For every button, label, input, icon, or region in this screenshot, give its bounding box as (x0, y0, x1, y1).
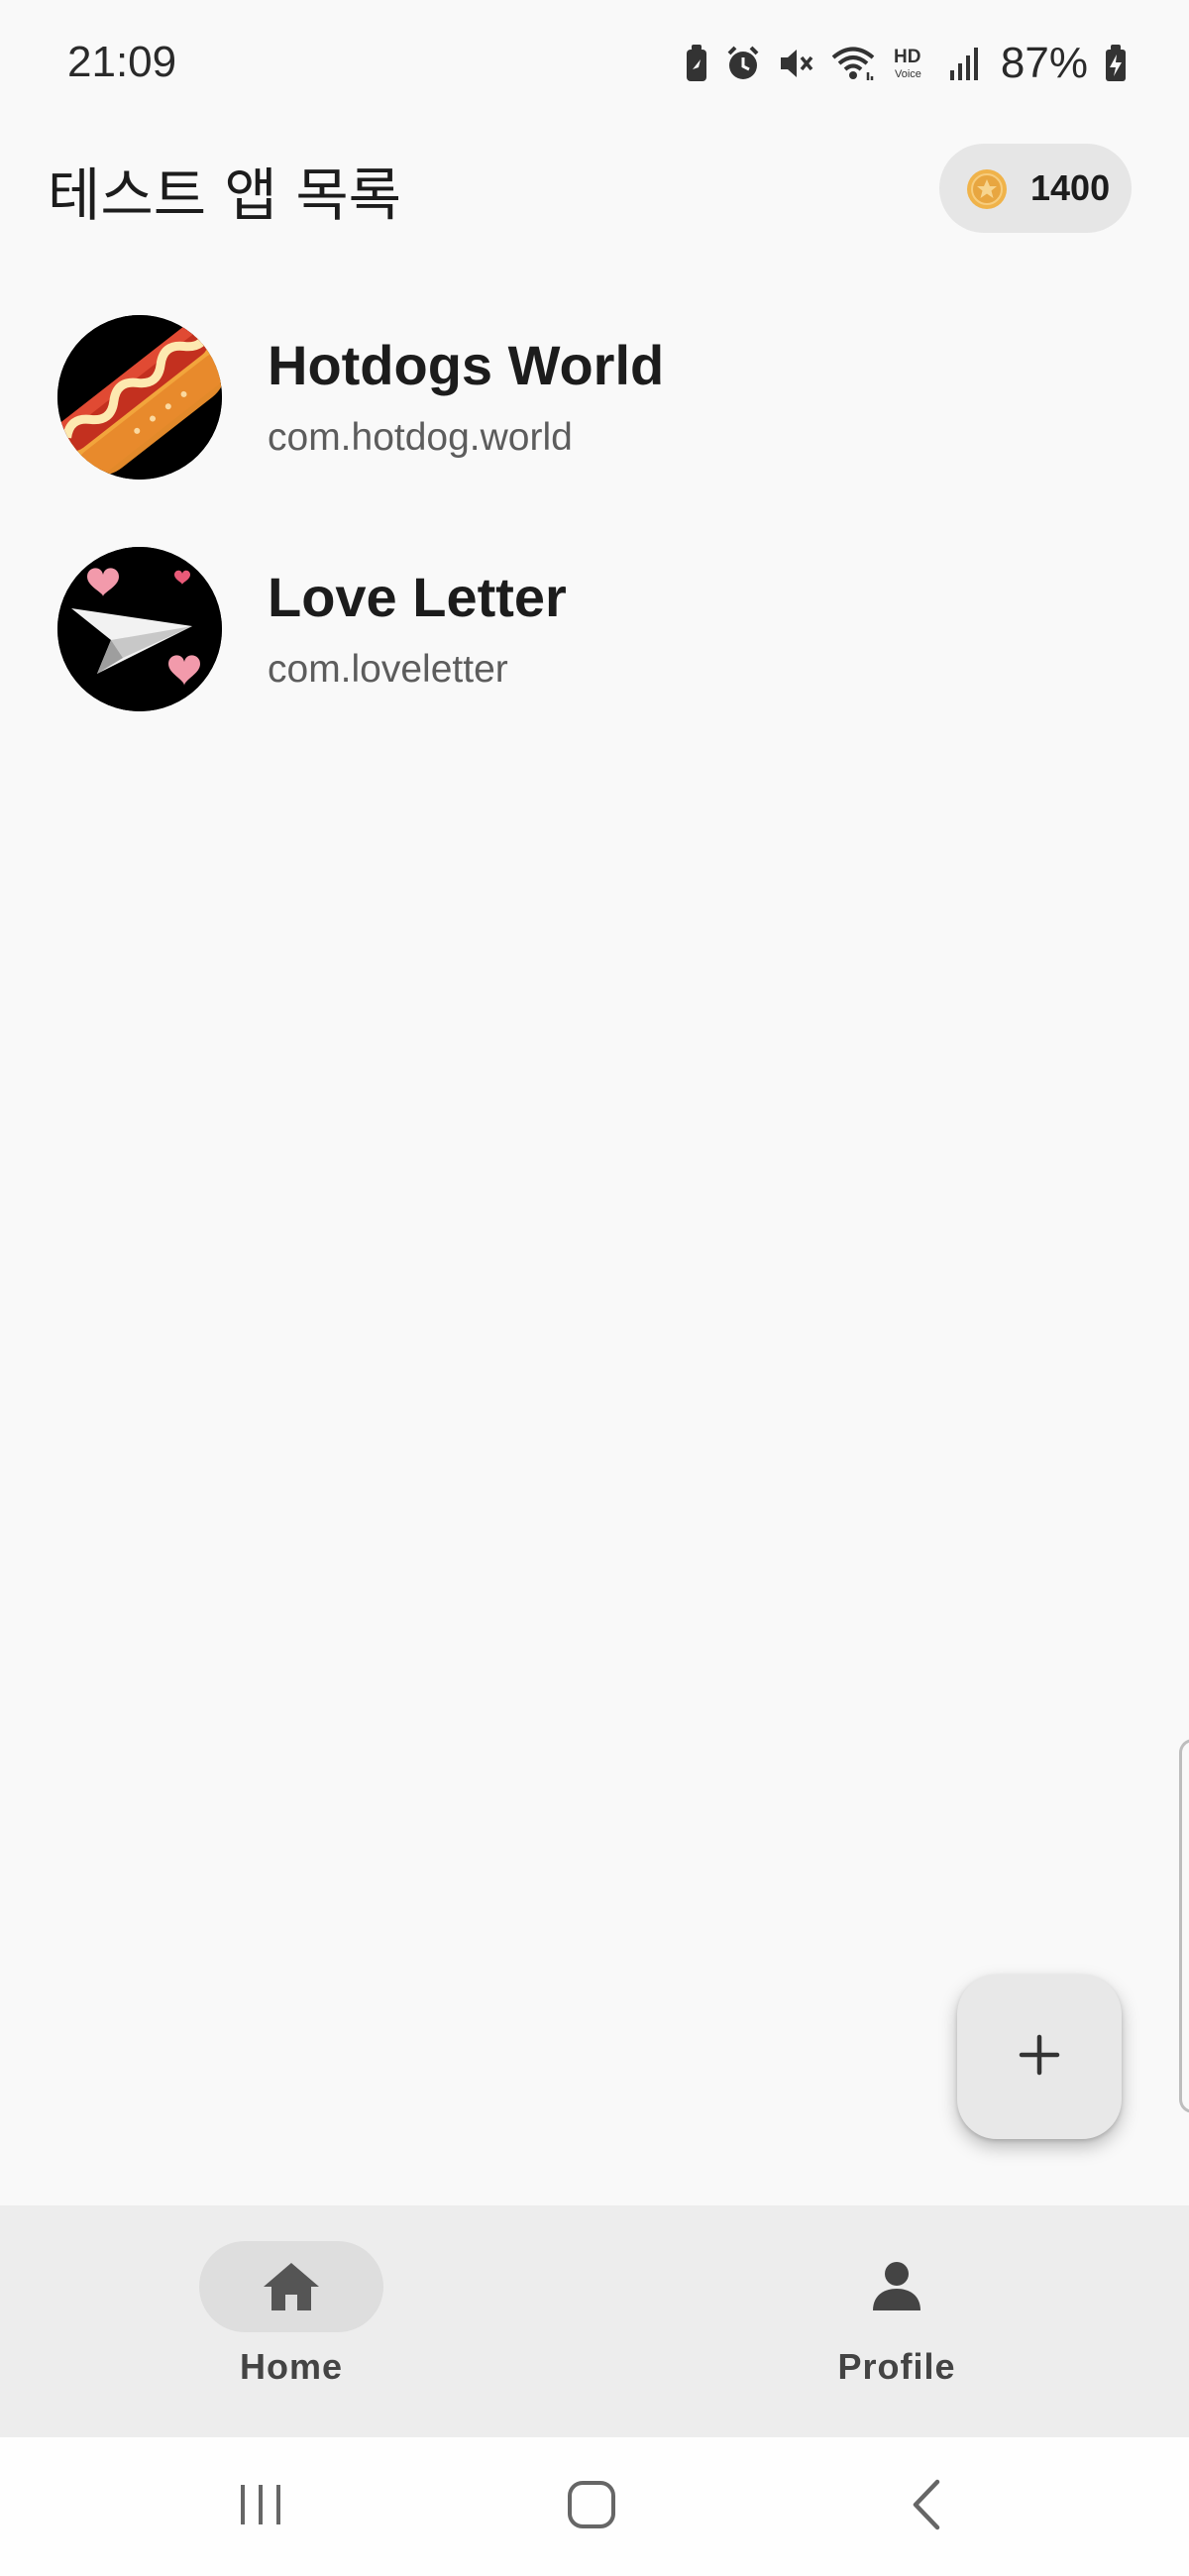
list-item[interactable]: Hotdogs World com.hotdog.world (0, 297, 1189, 529)
nav-item-profile[interactable]: Profile (699, 2205, 1095, 2437)
battery-charging-icon (1104, 44, 1128, 83)
home-icon (260, 2257, 323, 2321)
status-icons: HD Voice 87% (684, 38, 1128, 89)
app-list: Hotdogs World com.hotdog.world Love Lett… (0, 297, 1189, 761)
app-name: Love Letter (268, 566, 567, 628)
list-item[interactable]: Love Letter com.loveletter (0, 529, 1189, 761)
nav-item-home[interactable]: Home (93, 2205, 489, 2437)
nav-label-profile: Profile (837, 2346, 956, 2387)
nav-label-home: Home (239, 2346, 344, 2387)
status-bar: 21:09 HD Voice 87% (0, 0, 1189, 129)
edge-panel-handle[interactable] (1179, 1739, 1189, 2113)
coin-balance-chip[interactable]: 1400 (939, 144, 1132, 233)
paper-plane-hearts-icon (57, 547, 222, 711)
bottom-navigation: Home Profile (0, 2205, 1189, 2437)
battery-saver-icon (684, 44, 709, 83)
mute-icon (777, 45, 814, 82)
alarm-icon (725, 45, 761, 82)
back-icon[interactable] (904, 2477, 947, 2537)
recents-icon[interactable] (236, 2477, 285, 2537)
add-app-button[interactable] (957, 1975, 1122, 2139)
app-name: Hotdogs World (268, 334, 665, 396)
status-time: 21:09 (67, 38, 177, 86)
hd-voice-icon: HD Voice (892, 45, 931, 82)
person-icon (865, 2257, 928, 2321)
app-package: com.hotdog.world (268, 416, 573, 459)
svg-text:HD: HD (894, 47, 920, 67)
svg-text:Voice: Voice (895, 68, 921, 80)
hotdog-icon (57, 315, 222, 480)
plus-icon (1018, 2033, 1061, 2082)
battery-percent: 87% (1000, 39, 1088, 87)
page-title: 테스트 앱 목록 (48, 161, 402, 229)
coin-balance: 1400 (1030, 167, 1111, 208)
signal-icon (947, 45, 981, 82)
home-button-icon[interactable] (565, 2477, 620, 2537)
wifi-icon (830, 45, 876, 82)
system-navigation-bar (0, 2437, 1189, 2576)
app-package: com.loveletter (268, 648, 508, 691)
coin-icon (965, 167, 1009, 216)
